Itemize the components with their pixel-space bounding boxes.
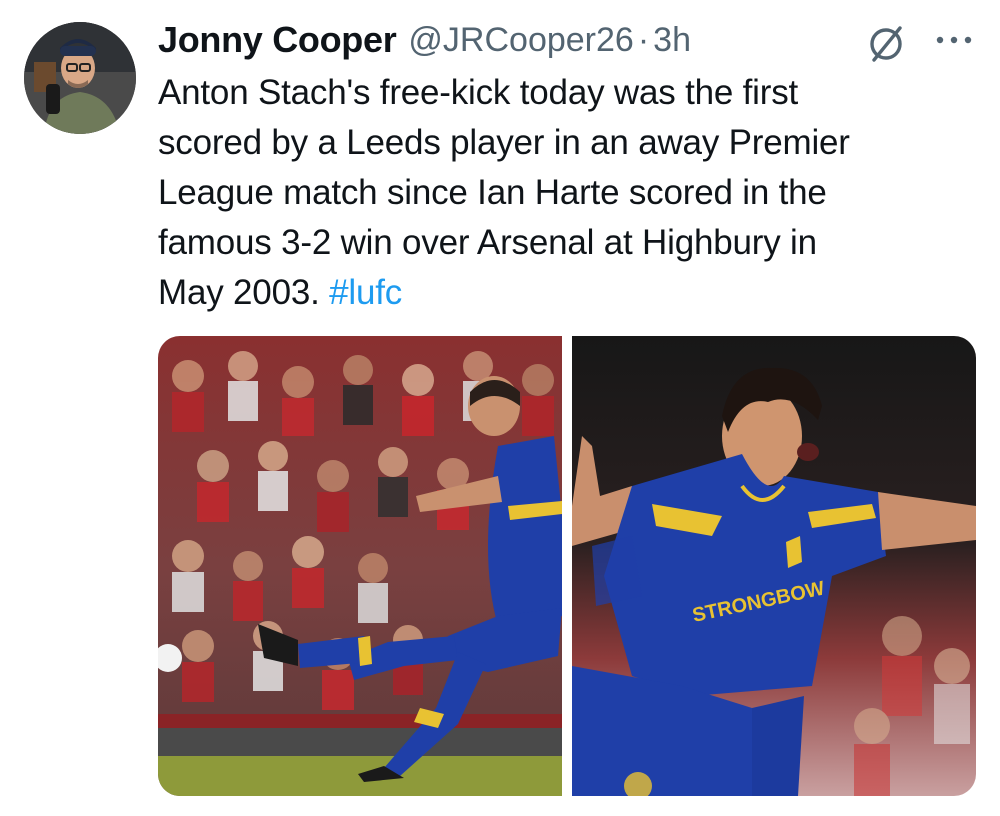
tweet-text-line: League match since Ian Harte scored in t… [158, 173, 827, 212]
author-handle[interactable]: @JRCooper26 [408, 21, 633, 60]
tweet-text-line: famous 3-2 win over Arsenal at Highbury … [158, 223, 817, 262]
media-grid: STRONGBOW [158, 336, 976, 796]
separator-dot: · [637, 20, 650, 59]
tweet-text-line: Anton Stach's free-kick today was the fi… [158, 73, 799, 112]
more-options-icon[interactable] [934, 32, 974, 48]
avatar-image [24, 22, 136, 134]
tweet-text-line: May 2003. [158, 273, 330, 312]
photo-celebration[interactable]: STRONGBOW [572, 336, 976, 796]
tweet-text: Anton Stach's free-kick today was the fi… [158, 68, 958, 318]
author-display-name[interactable]: Jonny Cooper [158, 19, 397, 61]
avatar[interactable] [24, 22, 136, 134]
tweet[interactable]: Jonny Cooper @JRCooper26 · 3h Anton Stac… [0, 0, 1000, 816]
photo-free-kick[interactable] [158, 336, 562, 796]
tweet-text-line: scored by a Leeds player in an away Prem… [158, 123, 850, 162]
tweet-header: Jonny Cooper @JRCooper26 · 3h [158, 14, 691, 66]
hashtag-link[interactable]: #lufc [329, 273, 402, 312]
timestamp[interactable]: 3h [653, 21, 691, 60]
tweet-text-line-last: May 2003. #lufc [158, 268, 958, 318]
grok-icon[interactable] [866, 22, 908, 64]
